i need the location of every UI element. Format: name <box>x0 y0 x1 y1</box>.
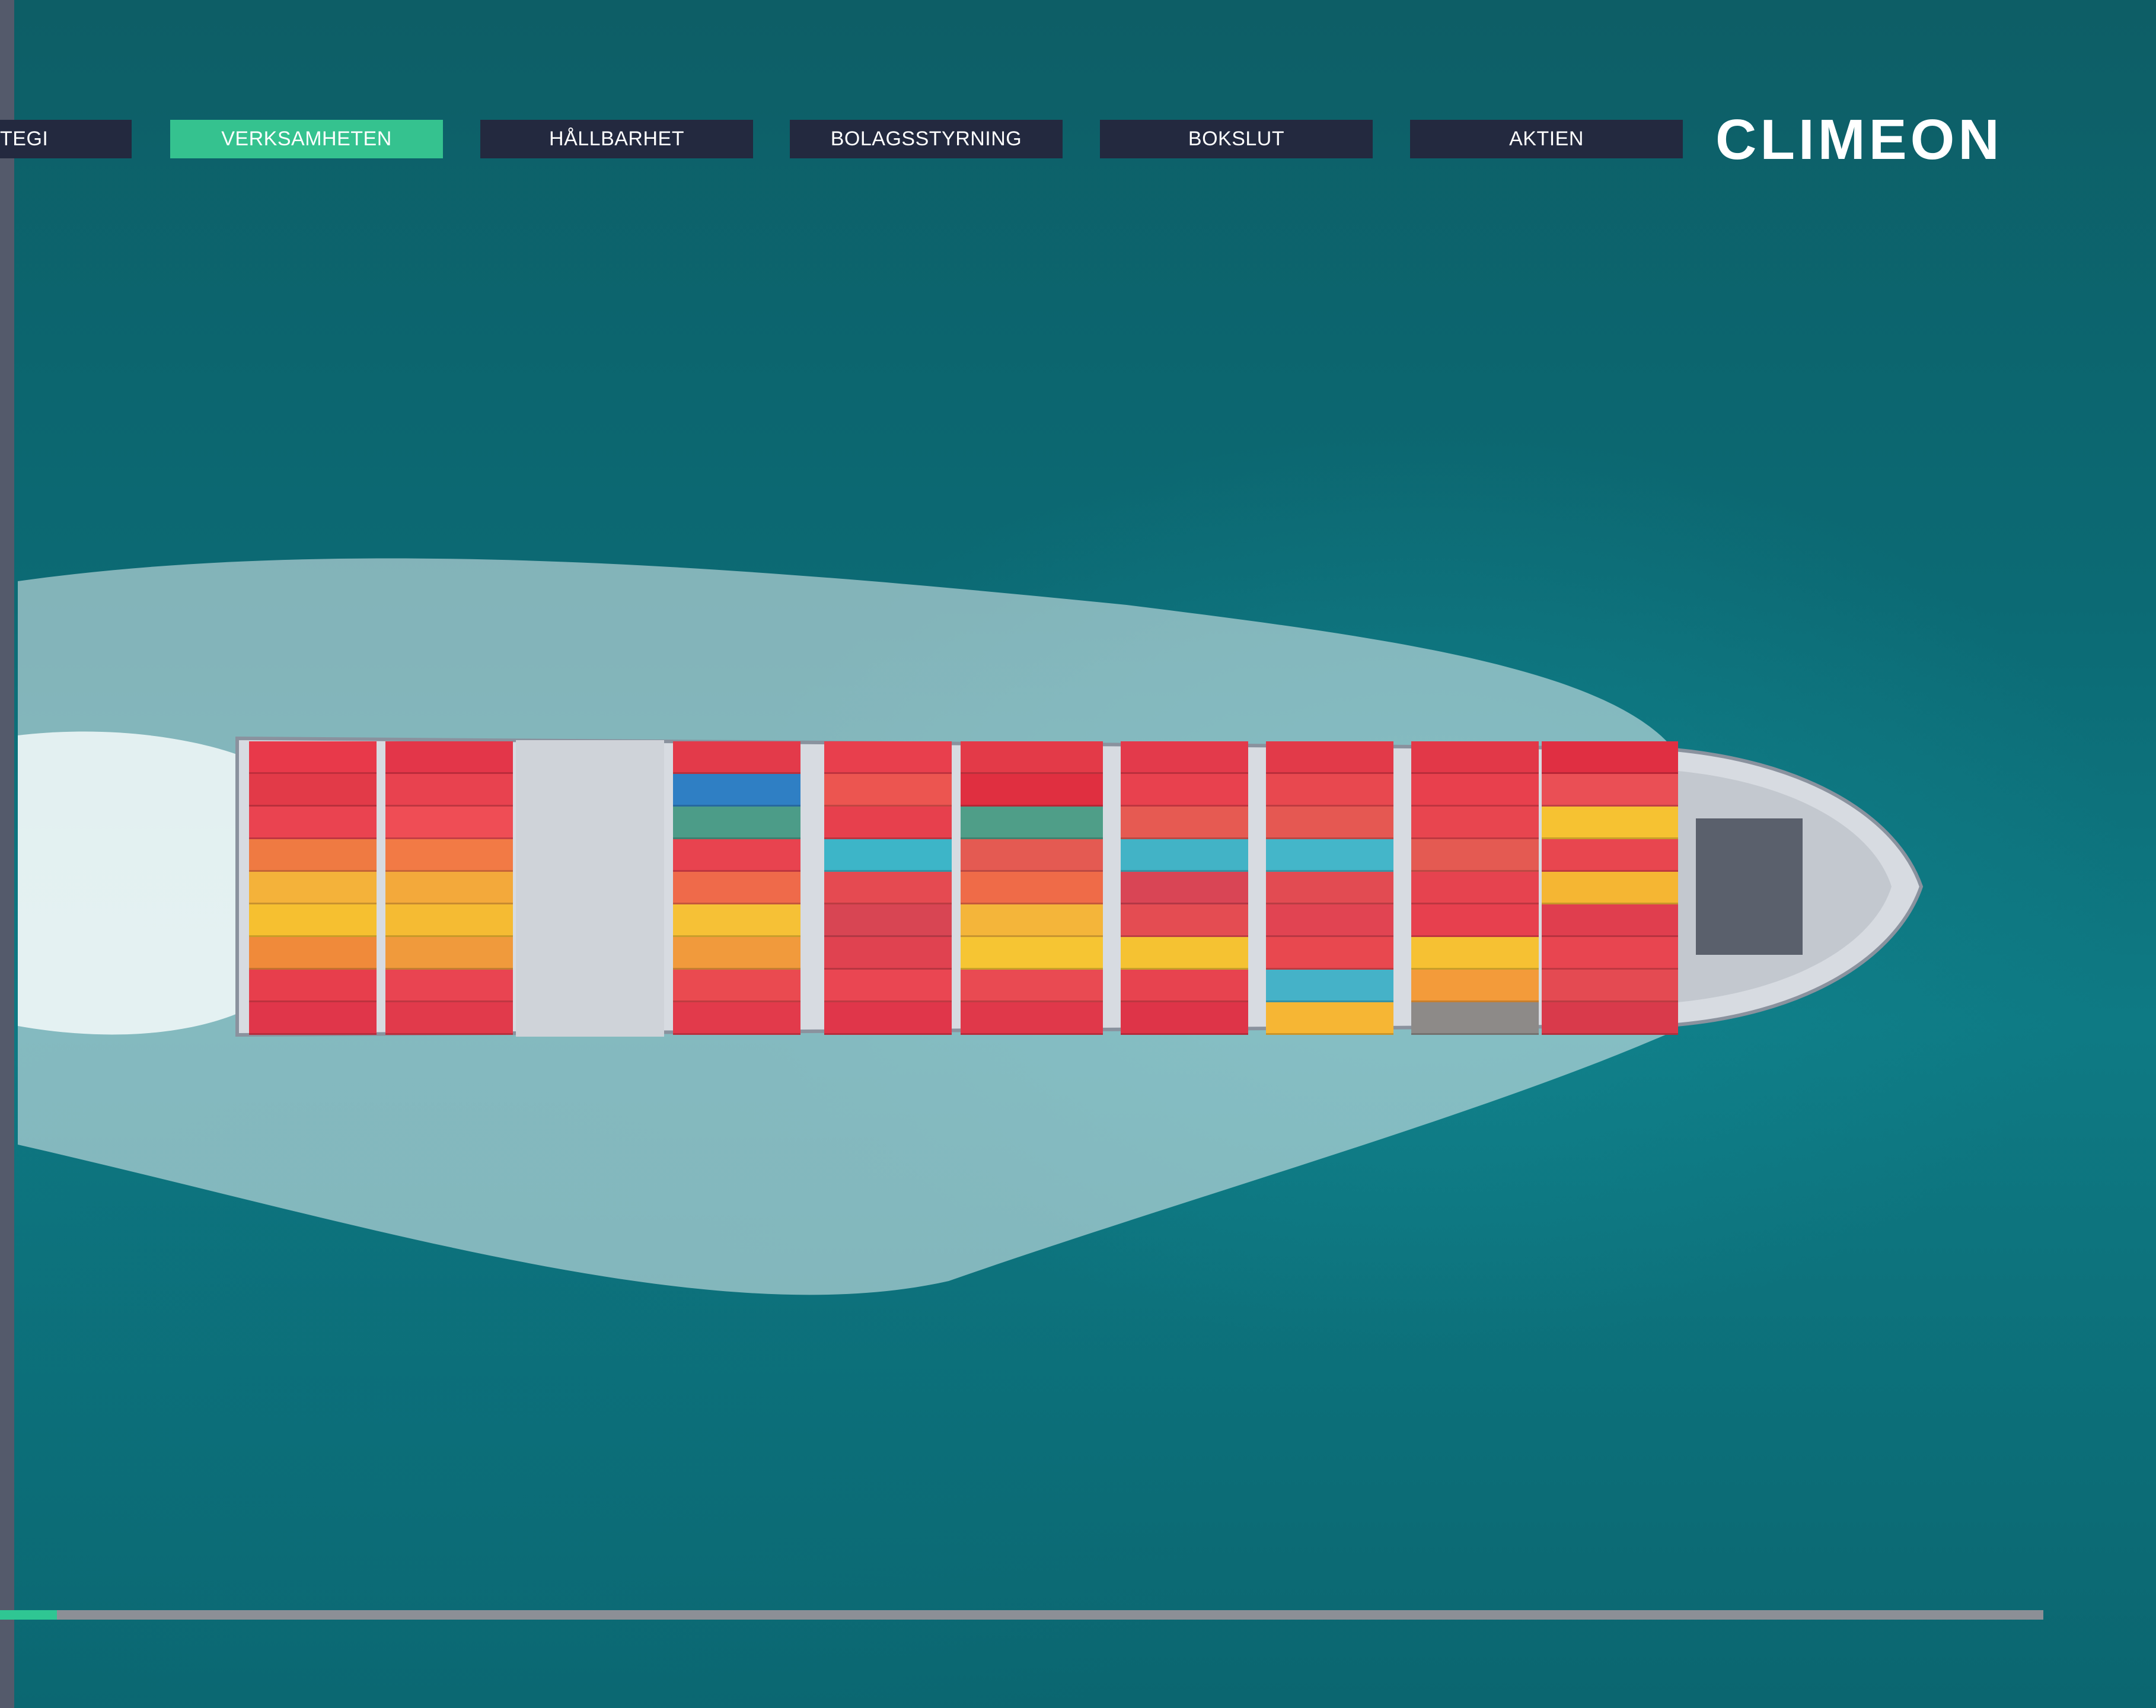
hero-photo-container-ship <box>0 0 2156 1708</box>
container-bay <box>249 741 377 1035</box>
page-progress-bar[interactable] <box>0 1610 2043 1620</box>
nav-tab-strategi[interactable]: TEGI <box>0 120 132 158</box>
nav-tab-bolagsstyrning[interactable]: BOLAGSSTYRNING <box>790 120 1063 158</box>
bow-machinery <box>1696 818 1803 955</box>
top-navigation: TEGI VERKSAMHETEN HÅLLBARHET BOLAGSSTYRN… <box>0 120 1690 158</box>
stern-wake <box>18 731 249 1035</box>
container-bay <box>1542 741 1678 1035</box>
climeon-logo[interactable]: CLIMEON <box>1715 115 2036 165</box>
nav-tab-label: BOLAGSSTYRNING <box>830 128 1022 150</box>
nav-tab-aktien[interactable]: AKTIEN <box>1410 120 1683 158</box>
nav-tab-label: HÅLLBARHET <box>549 128 684 150</box>
nav-tab-hallbarhet[interactable]: HÅLLBARHET <box>480 120 753 158</box>
nav-tab-label: TEGI <box>0 128 49 150</box>
left-edge-bar <box>0 0 14 1708</box>
nav-tab-bokslut[interactable]: BOKSLUT <box>1100 120 1373 158</box>
nav-tab-verksamheten[interactable]: VERKSAMHETEN <box>170 120 443 158</box>
nav-tab-label: VERKSAMHETEN <box>221 128 392 150</box>
container-bay <box>1266 741 1393 1035</box>
page-progress-fill <box>0 1610 58 1620</box>
container-bay <box>385 741 513 1035</box>
container-bay <box>961 741 1103 1035</box>
nav-tab-label: BOKSLUT <box>1188 128 1285 150</box>
ship-deckhouse <box>516 740 664 1037</box>
container-bay <box>1411 741 1539 1035</box>
nav-tab-label: AKTIEN <box>1509 128 1584 150</box>
container-bay <box>824 741 952 1035</box>
container-bay <box>1121 741 1248 1035</box>
container-bay <box>673 741 800 1035</box>
